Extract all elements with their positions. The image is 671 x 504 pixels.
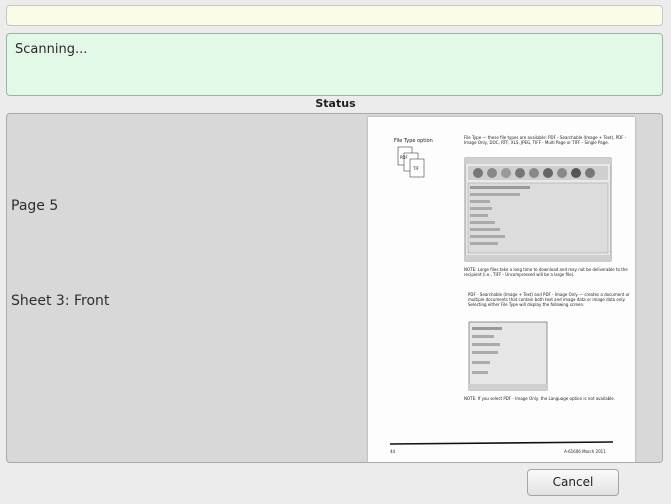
scanned-page-preview: File Type option PDF TIF File Type — the…: [368, 117, 635, 462]
preview-note-1: NOTE: Large files take a long time to do…: [464, 267, 628, 277]
preview-footer-rule: [389, 441, 614, 445]
embedded-screenshot-2: [468, 321, 548, 391]
page-number-label: Page 5: [11, 198, 59, 214]
scan-status-text: Scanning...: [15, 42, 88, 57]
file-type-icon: PDF TIF: [397, 146, 425, 178]
preview-footer-right: A-61606 March 2011: [564, 449, 606, 454]
preview-side-label: File Type option: [394, 138, 433, 144]
file-icon-label-tif: TIF: [412, 166, 420, 171]
sheet-side-label: Sheet 3: Front: [11, 293, 110, 309]
preview-heading: File Type — these file types are availab…: [464, 135, 627, 145]
preview-note-2: NOTE: If you select PDF - Image Only, th…: [464, 396, 616, 401]
cancel-button[interactable]: Cancel: [527, 469, 619, 496]
preview-footer-left: 44: [390, 449, 396, 454]
embedded-screenshot: [464, 157, 612, 262]
file-icon-label-pdf: PDF: [400, 155, 408, 160]
status-title: Status: [315, 97, 356, 110]
preview-bullet: PDF - Searchable (Image + Text) and PDF …: [468, 292, 630, 307]
status-panel: Page 5 Sheet 3: Front File Type option P…: [6, 113, 663, 463]
document-preview-image: File Type option PDF TIF File Type — the…: [389, 135, 630, 454]
scan-status-panel: Scanning...: [6, 33, 663, 96]
message-bar: [6, 5, 663, 26]
